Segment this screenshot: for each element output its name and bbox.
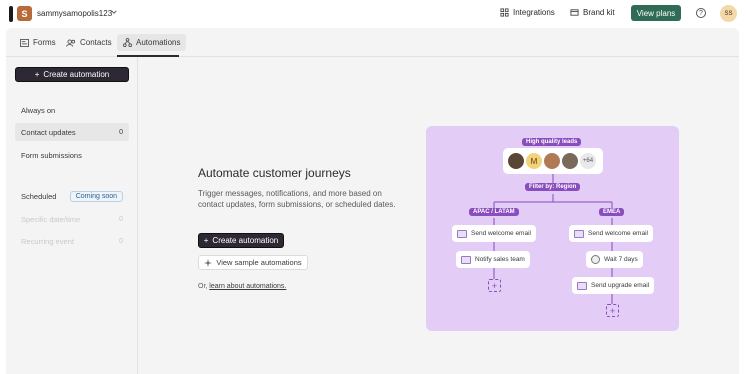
filter-region-pill: Filter by: Region (525, 183, 581, 191)
step-label: Send welcome email (471, 230, 531, 237)
create-automation-button[interactable]: + Create automation (198, 233, 284, 248)
sidebar-item-form-submissions[interactable]: Form submissions (15, 146, 129, 164)
tab-bar: Forms Contacts Automations (6, 28, 739, 57)
mail-icon (461, 255, 471, 264)
sidebar-item-count: 0 (119, 128, 123, 136)
mail-icon (577, 281, 587, 290)
learn-about-automations-link[interactable]: learn about automations. (209, 283, 286, 290)
sidebar-item-label: Contact updates (21, 127, 76, 137)
mail-icon (457, 229, 467, 238)
sidebar-item-scheduled: Scheduled Coming soon (15, 187, 129, 205)
learn-more-text: Or, learn about automations. (198, 283, 286, 290)
button-label: View sample automations (216, 258, 302, 267)
step-notify-sales-team: Notify sales team (456, 251, 530, 268)
automations-icon (123, 38, 132, 47)
step-wait-7-days: Wait 7 days (586, 251, 643, 268)
brand-kit-label: Brand kit (583, 8, 615, 17)
apac-latam-pill: APAC / LATAM (469, 208, 519, 216)
step-label: Wait 7 days (604, 256, 638, 263)
sidebar: + Create automation Always on Contact up… (6, 57, 138, 374)
sidebar-create-automation-button[interactable]: + Create automation (15, 67, 129, 82)
automation-illustration: High quality leads M +64 Filter by: Regi… (426, 126, 679, 331)
lead-avatar (561, 152, 579, 170)
lead-avatar: M (525, 152, 543, 170)
tab-label: Contacts (80, 38, 112, 47)
lead-avatars: M +64 (503, 148, 603, 174)
workspace-avatar[interactable]: S (17, 6, 32, 21)
emea-pill: EMEA (599, 208, 625, 216)
more-leads-count: +64 (579, 152, 597, 170)
lead-avatar (543, 152, 561, 170)
top-bar: S sammysamopolis123 Integrations Brand k… (0, 0, 746, 28)
sidebar-item-count: 0 (119, 215, 123, 223)
sidebar-item-label: Scheduled (21, 191, 57, 201)
help-icon[interactable]: ? (696, 8, 706, 18)
sparkle-icon (204, 258, 213, 267)
view-sample-automations-button[interactable]: View sample automations (198, 255, 308, 270)
tab-automations[interactable]: Automations (117, 34, 187, 51)
plus-icon: + (203, 236, 209, 245)
tab-forms[interactable]: Forms (14, 34, 62, 51)
brand-kit-link[interactable]: Brand kit (570, 8, 615, 17)
sidebar-item-label: Specific date/time (21, 214, 81, 224)
brand-kit-icon (570, 9, 579, 16)
lead-avatar (507, 152, 525, 170)
tab-contacts[interactable]: Contacts (60, 34, 118, 51)
sidebar-item-specific-date: Specific date/time 0 (15, 210, 129, 228)
learn-prefix: Or, (198, 283, 208, 290)
sidebar-item-label: Form submissions (21, 150, 82, 160)
add-step-icon: + (488, 279, 501, 292)
chevron-down-icon[interactable] (110, 8, 118, 16)
mail-icon (574, 229, 584, 238)
button-label: Create automation (212, 236, 279, 245)
workspace-name[interactable]: sammysamopolis123 (37, 9, 112, 18)
coming-soon-badge: Coming soon (69, 190, 123, 202)
add-step-icon: + (606, 304, 619, 317)
view-plans-button[interactable]: View plans (631, 5, 681, 21)
contacts-icon (66, 38, 76, 47)
high-quality-leads-pill: High quality leads (522, 138, 582, 146)
sidebar-item-recurring-event: Recurring event 0 (15, 232, 129, 250)
integrations-icon (500, 8, 509, 17)
main-panel: Forms Contacts Automations + Create auto… (6, 28, 739, 374)
forms-icon (20, 38, 29, 47)
sidebar-item-always-on[interactable]: Always on (15, 101, 129, 119)
step-label: Send welcome email (588, 230, 648, 237)
step-send-welcome-email: Send welcome email (452, 225, 536, 242)
sidebar-item-label: Always on (21, 105, 56, 115)
sidebar-item-contact-updates[interactable]: Contact updates 0 (15, 123, 129, 141)
tab-label: Automations (136, 38, 181, 47)
empty-state-headline: Automate customer journeys (198, 166, 351, 180)
step-label: Notify sales team (475, 256, 525, 263)
integrations-label: Integrations (513, 8, 555, 17)
sidebar-item-label: Recurring event (21, 236, 74, 246)
button-label: Create automation (43, 70, 110, 79)
step-send-upgrade-email: Send upgrade email (572, 277, 655, 294)
clock-icon (591, 255, 600, 264)
integrations-link[interactable]: Integrations (500, 8, 555, 17)
app-logo[interactable] (9, 6, 13, 22)
sidebar-item-count: 0 (119, 237, 123, 245)
step-label: Send upgrade email (591, 282, 650, 289)
plus-icon: + (34, 70, 40, 79)
tab-label: Forms (33, 38, 56, 47)
empty-state-description: Trigger messages, notifications, and mor… (198, 189, 396, 209)
user-avatar[interactable]: SS (720, 5, 737, 22)
step-send-welcome-email: Send welcome email (569, 225, 653, 242)
